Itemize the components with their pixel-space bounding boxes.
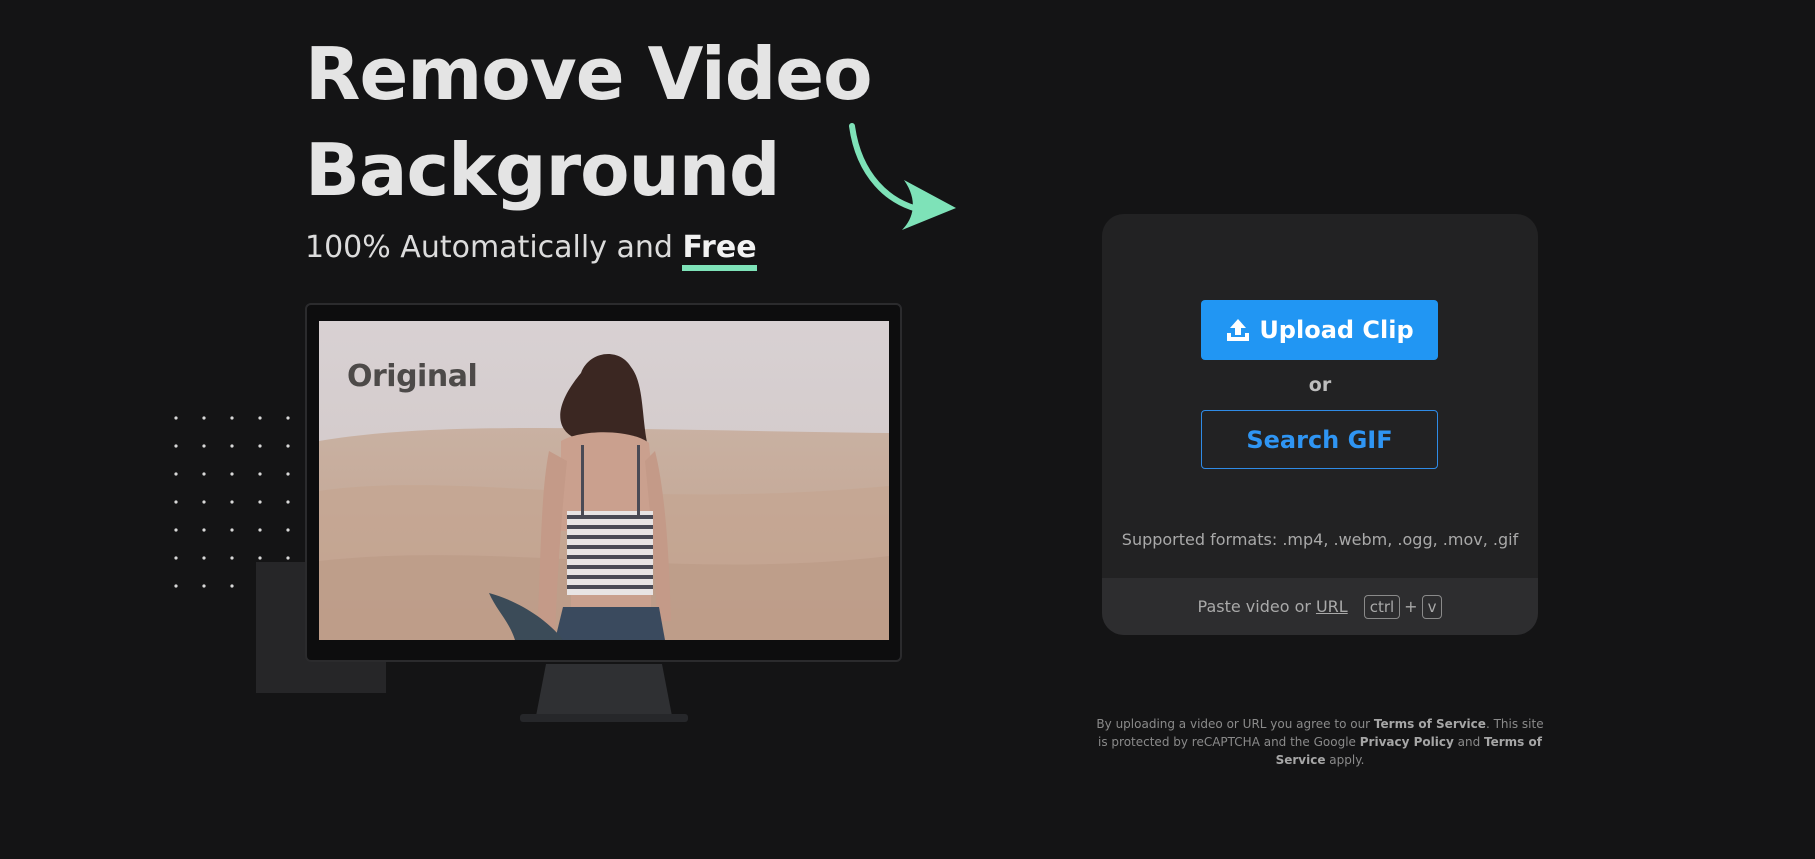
paste-text: Paste video or <box>1197 597 1311 616</box>
supported-formats: Supported formats: .mp4, .webm, .ogg, .m… <box>1121 530 1519 549</box>
paste-bar: Paste video or URL ctrl + v <box>1102 578 1538 635</box>
ctrl-key: ctrl <box>1363 594 1401 619</box>
title-line-2: Background <box>305 128 781 212</box>
search-gif-button[interactable]: Search GIF <box>1201 410 1438 469</box>
or-separator: or <box>1308 374 1332 396</box>
page: Remove Video Background 100% Automatical… <box>0 0 1815 859</box>
preview-label: Original <box>347 359 478 394</box>
url-link[interactable]: URL <box>1316 597 1348 616</box>
plus-sign: + <box>1404 597 1418 616</box>
upload-clip-label: Upload Clip <box>1259 316 1414 344</box>
upload-clip-button[interactable]: Upload Clip <box>1201 300 1438 360</box>
monitor-stand <box>520 664 688 722</box>
legal-notice: By uploading a video or URL you agree to… <box>1092 715 1548 769</box>
title-line-1: Remove Video <box>305 32 873 116</box>
legal-text-1: By uploading a video or URL you agree to… <box>1096 717 1374 731</box>
v-key: v <box>1421 594 1443 619</box>
monitor-frame: Original <box>305 303 902 662</box>
subtitle: 100% Automatically and Free <box>305 230 757 271</box>
upload-icon <box>1227 319 1250 341</box>
legal-text-4: apply. <box>1325 753 1365 767</box>
legal-text-3: and <box>1453 735 1485 749</box>
subtitle-text: 100% Automatically and <box>305 230 683 265</box>
page-title: Remove Video Background <box>305 26 873 218</box>
upload-card: Upload Clip or Search GIF Supported form… <box>1102 214 1538 635</box>
subtitle-highlight: Free <box>682 230 757 271</box>
terms-of-service-link[interactable]: Terms of Service <box>1374 717 1486 731</box>
curved-arrow-icon <box>849 123 956 230</box>
video-preview: Original <box>319 321 889 640</box>
privacy-policy-link[interactable]: Privacy Policy <box>1360 735 1454 749</box>
